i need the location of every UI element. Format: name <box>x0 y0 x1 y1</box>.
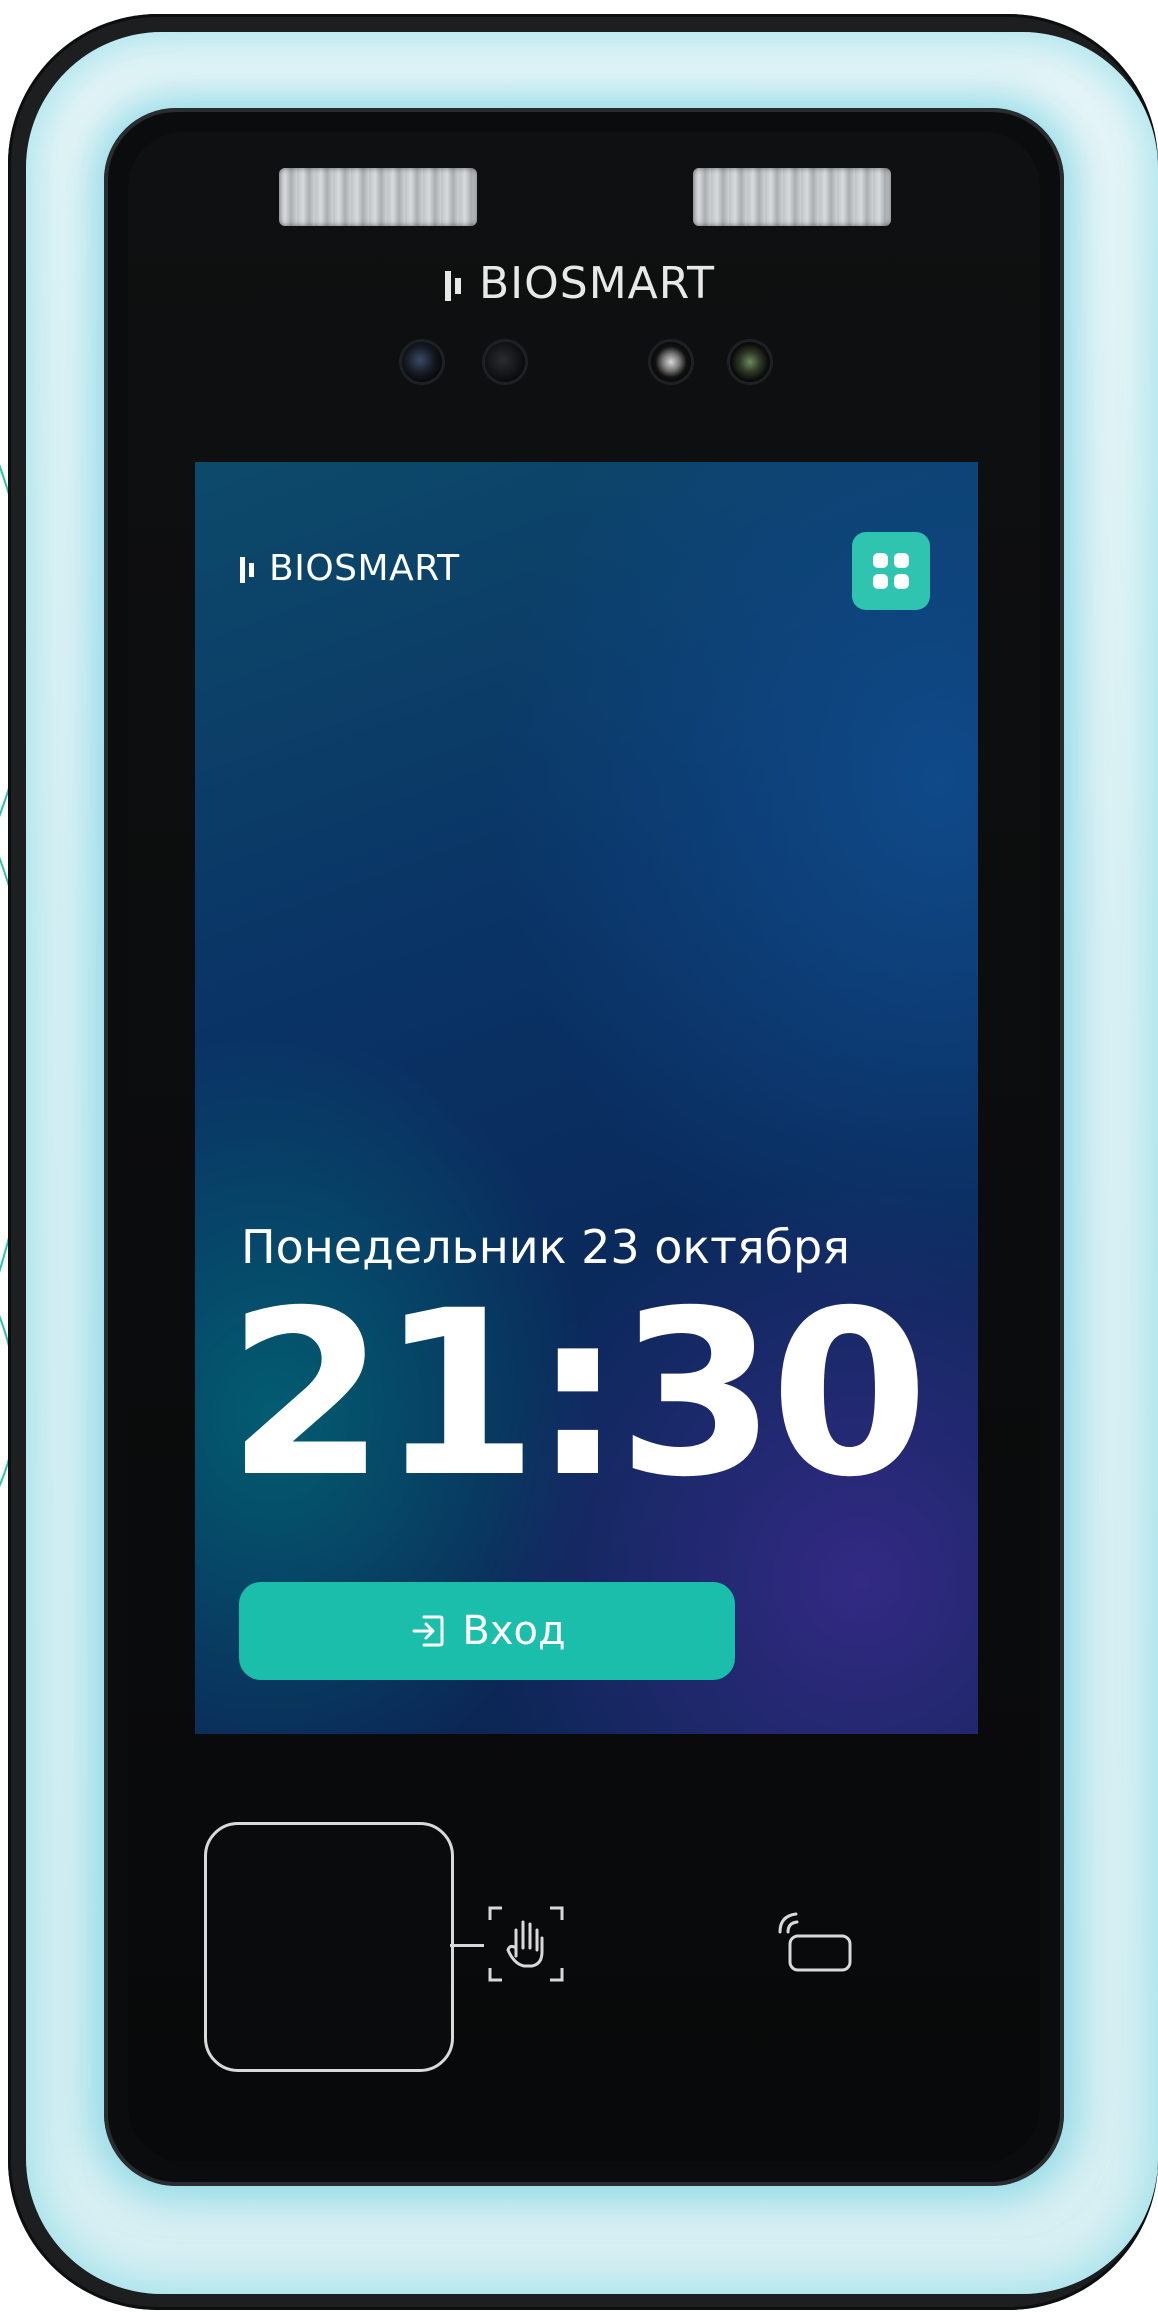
grid-icon <box>873 553 909 589</box>
palm-scan-icon <box>488 1906 564 1982</box>
clock-time: 21:30 <box>227 1261 929 1527</box>
ir-camera-lens-icon <box>651 342 691 382</box>
biosmart-logo-mark-icon <box>240 557 254 583</box>
menu-button[interactable] <box>852 532 930 610</box>
screen-brand-logo: BIOSMART <box>239 548 460 589</box>
biosmart-logo-mark-icon <box>444 271 461 301</box>
login-arrow-icon <box>412 1615 444 1647</box>
fingerprint-reader-pad[interactable] <box>204 1822 454 2072</box>
touch-screen: BIOSMART Понедельник 23 октября 21:30 Вх… <box>195 462 978 1734</box>
light-sensor-icon <box>730 342 770 382</box>
entry-button[interactable]: Вход <box>239 1582 735 1680</box>
device-brand-text: BIOSMART <box>478 258 716 309</box>
device-photo: BIOSMART BIOSMART Понедельник 23 октября… <box>0 0 1158 2315</box>
device-brand-logo: BIOSMART <box>0 258 1158 309</box>
camera-lens-icon <box>402 342 442 382</box>
ir-illuminator-left <box>279 168 477 226</box>
sensor-lens-icon <box>485 342 525 382</box>
contactless-card-icon <box>778 1912 852 1972</box>
ir-illuminator-right <box>693 168 891 226</box>
sensor-connector-line <box>450 1944 484 1947</box>
screen-brand-text: BIOSMART <box>269 548 460 589</box>
entry-button-label: Вход <box>462 1608 566 1654</box>
